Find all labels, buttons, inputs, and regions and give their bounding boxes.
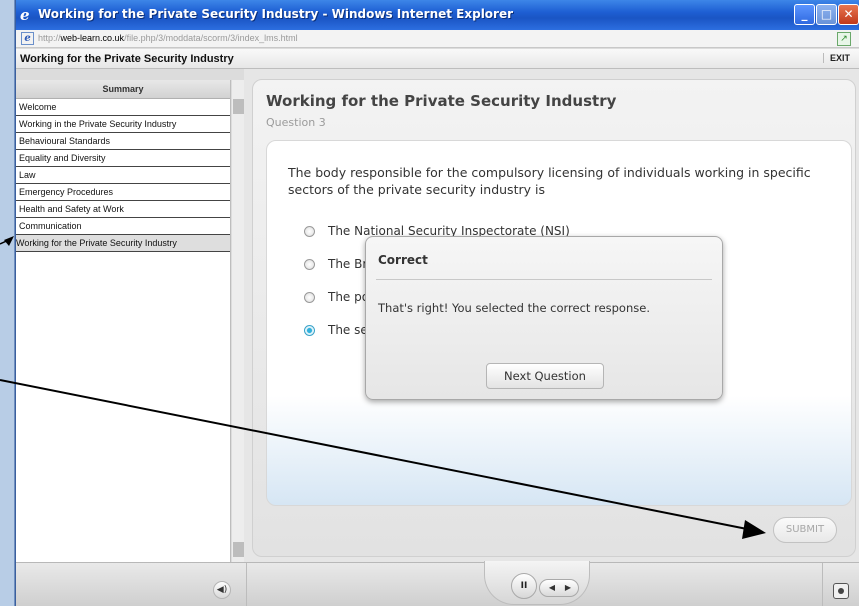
question-number: Question 3 xyxy=(266,116,326,129)
dialog-divider xyxy=(376,279,712,280)
footer-divider xyxy=(822,563,823,606)
close-button[interactable]: ✕ xyxy=(838,4,859,25)
pause-button[interactable]: II xyxy=(511,573,537,599)
sidebar-item-health-safety[interactable]: Health and Safety at Work xyxy=(16,201,230,218)
address-bar[interactable]: e http://web-learn.co.uk/file.php/3/modd… xyxy=(16,30,859,48)
volume-icon[interactable]: ◀) xyxy=(213,581,231,599)
sidebar-item-equality-diversity[interactable]: Equality and Diversity xyxy=(16,150,230,167)
course-title: Working for the Private Security Industr… xyxy=(20,53,234,65)
sidebar-item-working-for-industry[interactable]: Working for the Private Security Industr… xyxy=(16,235,230,252)
window-title: Working for the Private Security Industr… xyxy=(38,7,514,21)
sidebar-item-welcome[interactable]: Welcome xyxy=(16,99,230,116)
course-header: Working for the Private Security Industr… xyxy=(16,49,859,69)
address-url[interactable]: http://web-learn.co.uk/file.php/3/moddat… xyxy=(38,33,298,43)
player-controls-bar: ◀) II ◀ ▶ xyxy=(16,561,859,606)
submit-button[interactable]: SUBMIT xyxy=(773,517,837,543)
fullscreen-icon[interactable] xyxy=(833,583,849,599)
question-text: The body responsible for the compulsory … xyxy=(288,165,811,197)
ie-logo-icon: e xyxy=(20,6,30,24)
scroll-down-button[interactable] xyxy=(233,542,244,557)
feedback-dialog: Correct That's right! You selected the c… xyxy=(365,236,723,400)
sidebar-item-working-in-industry[interactable]: Working in the Private Security Industry xyxy=(16,116,230,133)
page-icon: e xyxy=(21,32,34,45)
dialog-title: Correct xyxy=(378,253,428,267)
title-bar[interactable]: e Working for the Private Security Indus… xyxy=(16,0,859,30)
radio-button-selected[interactable] xyxy=(304,325,315,336)
radio-button[interactable] xyxy=(304,259,315,270)
sidebar-item-emergency-procedures[interactable]: Emergency Procedures xyxy=(16,184,230,201)
scroll-up-button[interactable] xyxy=(233,99,244,114)
screen: e Working for the Private Security Indus… xyxy=(0,0,859,606)
maximize-button[interactable]: □ xyxy=(816,4,837,25)
lesson-title: Working for the Private Security Industr… xyxy=(266,92,617,110)
rewind-icon[interactable]: ◀ xyxy=(546,581,558,595)
dialog-message: That's right! You selected the correct r… xyxy=(378,301,650,315)
sidebar-item-behavioural-standards[interactable]: Behavioural Standards xyxy=(16,133,230,150)
forward-icon[interactable]: ▶ xyxy=(562,581,574,595)
sidebar-heading: Summary xyxy=(16,80,230,99)
next-question-button[interactable]: Next Question xyxy=(486,363,604,389)
footer-divider xyxy=(246,563,247,606)
desktop-edge xyxy=(0,0,15,606)
minimize-button[interactable]: _ xyxy=(794,4,815,25)
sidebar-item-law[interactable]: Law xyxy=(16,167,230,184)
radio-button[interactable] xyxy=(304,292,315,303)
exit-button[interactable]: EXIT xyxy=(822,53,850,63)
sidebar-item-communication[interactable]: Communication xyxy=(16,218,230,235)
compatibility-icon[interactable]: ↗ xyxy=(837,32,851,46)
summary-sidebar: Summary Welcome Working in the Private S… xyxy=(16,80,231,562)
radio-button[interactable] xyxy=(304,226,315,237)
